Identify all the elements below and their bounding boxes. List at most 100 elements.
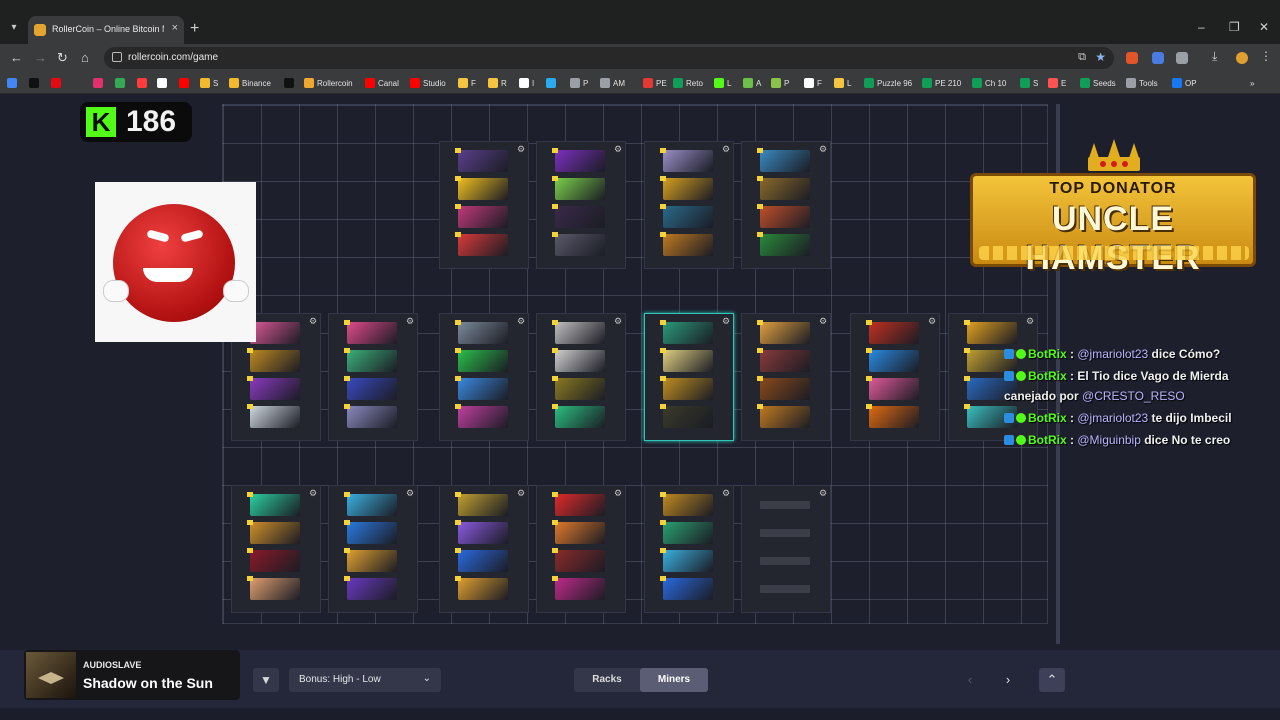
rack-settings-icon[interactable]: ⚙ [1025,316,1035,326]
rack-settings-icon[interactable]: ⚙ [516,144,526,154]
bookmark-item[interactable] [546,76,559,90]
miner-slot[interactable] [455,548,508,572]
miner-slot[interactable] [247,348,300,372]
collapse-panel-icon[interactable]: ⌃ [1039,668,1065,692]
miner-slot[interactable] [455,404,508,428]
miner-rack[interactable]: ⚙ [850,313,940,441]
miner-slot[interactable] [455,204,508,228]
miner-slot[interactable] [247,548,300,572]
bookmark-item[interactable]: F [458,76,476,90]
tab-miners[interactable]: Miners [640,668,708,692]
forward-icon[interactable]: → [34,50,47,65]
miner-rack[interactable]: ⚙ [328,313,418,441]
rack-settings-icon[interactable]: ⚙ [721,488,731,498]
bookmark-item[interactable]: L [714,76,731,90]
miner-slot[interactable] [757,320,810,344]
miner-slot[interactable] [344,492,397,516]
miner-rack[interactable]: ⚙ [439,141,529,269]
miner-slot[interactable] [552,204,605,228]
miner-slot[interactable] [455,492,508,516]
miner-slot[interactable] [344,520,397,544]
url-text[interactable]: rollercoin.com/game [128,52,218,63]
maximize-icon[interactable]: ❐ [1229,20,1240,34]
bookmark-item[interactable] [284,76,297,90]
miner-rack[interactable]: ⚙ [644,141,734,269]
miner-slot[interactable] [552,232,605,256]
miner-slot[interactable] [247,404,300,428]
miner-slot[interactable] [552,576,605,600]
filter-funnel-icon[interactable]: ▼ [253,668,279,692]
extensions-puzzle-icon[interactable] [1176,52,1188,64]
miner-slot[interactable] [552,348,605,372]
bookmark-item[interactable] [7,76,20,90]
bookmark-item[interactable] [115,76,128,90]
rack-settings-icon[interactable]: ⚙ [405,488,415,498]
miner-rack[interactable]: ⚙ [439,313,529,441]
miner-rack[interactable]: ⚙ [328,485,418,613]
bookmark-item[interactable]: Puzzle 96 [864,76,912,90]
miner-slot[interactable] [757,148,810,172]
bookmark-item[interactable]: Reto [673,76,703,90]
bookmark-item[interactable] [179,76,192,90]
miner-slot[interactable] [660,492,713,516]
miner-slot[interactable] [866,404,919,428]
miner-slot[interactable] [552,548,605,572]
miner-slot[interactable] [757,204,810,228]
empty-miner-slot[interactable] [760,585,810,593]
bookmark-item[interactable] [51,76,64,90]
bookmark-item[interactable] [157,76,170,90]
bookmark-item[interactable] [93,76,106,90]
miner-slot[interactable] [866,376,919,400]
miner-slot[interactable] [660,404,713,428]
close-window-icon[interactable]: ✕ [1259,20,1269,34]
miner-slot[interactable] [552,148,605,172]
miner-slot[interactable] [344,404,397,428]
bookmark-item[interactable]: E [1048,76,1066,90]
miner-slot[interactable] [866,348,919,372]
tab-search-dropdown-icon[interactable]: ▾ [6,20,22,36]
bookmark-item[interactable]: Seeds [1080,76,1116,90]
tab-racks[interactable]: Racks [574,668,640,692]
empty-miner-slot[interactable] [760,557,810,565]
miner-slot[interactable] [660,520,713,544]
next-page-icon[interactable]: › [995,668,1021,692]
bookmark-item[interactable] [29,76,42,90]
bookmark-item[interactable]: S [200,76,218,90]
miner-slot[interactable] [552,404,605,428]
miner-slot[interactable] [455,232,508,256]
bookmarks-overflow-icon[interactable]: » [1250,76,1254,90]
rack-settings-icon[interactable]: ⚙ [818,488,828,498]
bookmark-item[interactable]: Rollercoin [304,76,353,90]
bookmark-item[interactable]: Binance [229,76,271,90]
miner-slot[interactable] [455,320,508,344]
bookmark-item[interactable]: L [834,76,851,90]
miner-slot[interactable] [344,548,397,572]
reload-icon[interactable]: ↻ [57,50,68,66]
miner-slot[interactable] [247,520,300,544]
install-app-icon[interactable]: ⧉ [1078,51,1086,64]
rack-settings-icon[interactable]: ⚙ [721,144,731,154]
miner-slot[interactable] [866,320,919,344]
empty-miner-slot[interactable] [760,501,810,509]
bookmark-item[interactable]: Studio [410,76,446,90]
miner-slot[interactable] [757,232,810,256]
bookmark-item[interactable]: P [570,76,588,90]
miner-slot[interactable] [552,176,605,200]
download-icon[interactable]: ⤓ [1212,49,1224,63]
miner-rack[interactable]: ⚙ [439,485,529,613]
bookmark-item[interactable] [137,76,150,90]
rack-settings-icon[interactable]: ⚙ [405,316,415,326]
rack-settings-icon[interactable]: ⚙ [613,316,623,326]
minimize-icon[interactable]: – [1198,20,1205,34]
bookmark-item[interactable]: Canal [365,76,399,90]
miner-slot[interactable] [344,576,397,600]
rack-settings-icon[interactable]: ⚙ [818,316,828,326]
miner-slot[interactable] [660,148,713,172]
rack-settings-icon[interactable]: ⚙ [818,144,828,154]
rack-settings-icon[interactable]: ⚙ [308,488,318,498]
menu-kebab-icon[interactable]: ⋮ [1260,49,1272,63]
miner-slot[interactable] [455,348,508,372]
rack-settings-icon[interactable]: ⚙ [613,488,623,498]
rack-settings-icon[interactable]: ⚙ [308,316,318,326]
bookmark-item[interactable]: PE [643,76,667,90]
